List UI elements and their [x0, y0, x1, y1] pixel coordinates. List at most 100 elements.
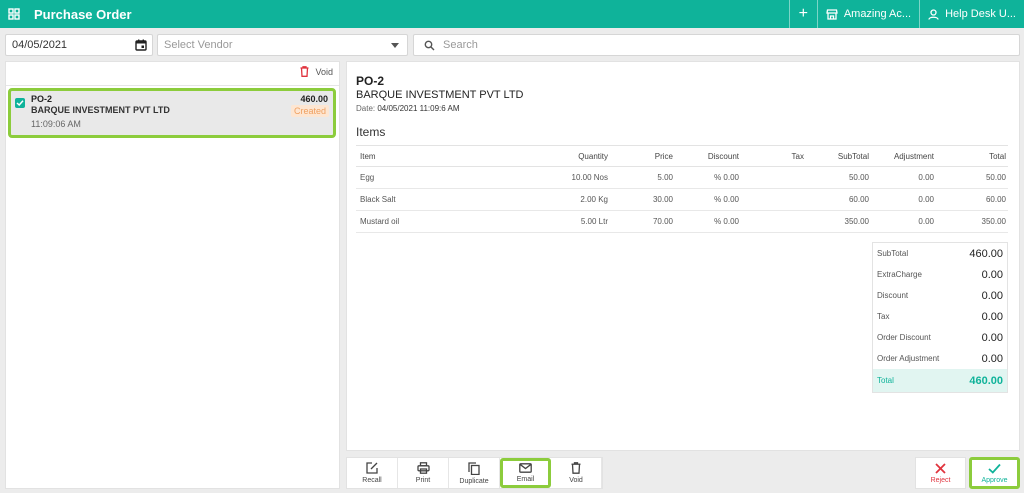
col-discount: Discount	[675, 145, 741, 167]
cell-subtotal: 350.00	[806, 210, 871, 233]
apps-grid-icon[interactable]	[0, 0, 28, 28]
recall-button[interactable]: Recall	[347, 458, 398, 488]
summary-value: 460.00	[969, 247, 1003, 260]
status-badge: Created	[290, 105, 329, 117]
duplicate-button[interactable]: Duplicate	[449, 458, 500, 488]
envelope-icon	[519, 463, 532, 473]
summary-row-total: Total 460.00	[873, 369, 1007, 392]
printer-icon	[416, 462, 430, 474]
print-label: Print	[415, 477, 431, 484]
cell-quantity: 5.00 Ltr	[476, 210, 610, 233]
cell-price: 5.00	[610, 166, 675, 189]
copy-icon	[468, 461, 480, 475]
print-button[interactable]: Print	[398, 458, 449, 488]
cell-discount: % 0.00	[675, 210, 741, 233]
recall-label: Recall	[362, 477, 382, 484]
checkmark-icon	[988, 463, 1001, 474]
divider	[6, 85, 339, 86]
date-value: 04/05/2021	[12, 39, 68, 51]
search-icon	[424, 40, 435, 50]
void-list-button[interactable]: Void	[300, 66, 333, 77]
reject-label: Reject	[930, 476, 951, 484]
detail-date-value: 04/05/2021 11:09:6 AM	[377, 104, 460, 113]
search-input[interactable]: Search	[413, 34, 1020, 56]
order-checkbox[interactable]	[15, 98, 25, 108]
table-row: Black Salt 2.00 Kg 30.00 % 0.00 60.00 0.…	[356, 188, 1008, 211]
detail-vendor: BARQUE INVESTMENT PVT LTD	[356, 89, 524, 101]
col-total: Total	[936, 145, 1008, 167]
top-bar: Purchase Order + Amazing Ac... Help Desk…	[0, 0, 1024, 28]
cell-tax	[741, 166, 806, 189]
void-list-label: Void	[315, 66, 333, 77]
col-price: Price	[610, 145, 675, 167]
calendar-icon[interactable]	[135, 39, 147, 51]
cell-price: 70.00	[610, 210, 675, 233]
add-button[interactable]: +	[788, 0, 817, 28]
cell-item: Black Salt	[356, 188, 476, 211]
user-label: Help Desk U...	[945, 8, 1016, 20]
store-selector[interactable]: Amazing Ac...	[816, 0, 919, 28]
cell-item: Mustard oil	[356, 210, 476, 233]
email-label: Email	[516, 476, 535, 483]
order-list-item[interactable]: PO-2 BARQUE INVESTMENT PVT LTD 11:09:06 …	[8, 88, 336, 138]
summary-label: Order Discount	[877, 333, 931, 342]
trash-icon	[571, 462, 581, 474]
page-title: Purchase Order	[34, 6, 132, 22]
duplicate-label: Duplicate	[459, 477, 489, 485]
summary-label: Tax	[877, 312, 890, 321]
col-quantity: Quantity	[476, 145, 610, 167]
cell-total: 50.00	[936, 166, 1008, 189]
email-button[interactable]: Email	[500, 458, 551, 488]
summary-row-extracharge: ExtraCharge 0.00	[873, 264, 1007, 285]
summary-row-order-discount: Order Discount 0.00	[873, 327, 1007, 348]
void-label: Void	[569, 477, 583, 484]
detail-po-number: PO-2	[356, 74, 385, 88]
action-bar: Recall Print Duplicate Email Void	[346, 457, 603, 489]
trash-icon	[300, 66, 309, 77]
user-icon	[928, 8, 939, 20]
order-detail-panel: PO-2 BARQUE INVESTMENT PVT LTD Date: 04/…	[346, 61, 1020, 451]
cell-adjustment: 0.00	[871, 210, 936, 233]
void-button[interactable]: Void	[551, 458, 602, 488]
summary-row-subtotal: SubTotal 460.00	[873, 243, 1007, 264]
col-subtotal: SubTotal	[806, 145, 871, 167]
user-menu[interactable]: Help Desk U...	[919, 0, 1024, 28]
chevron-down-icon	[391, 43, 399, 48]
cell-subtotal: 60.00	[806, 188, 871, 211]
summary-label: ExtraCharge	[877, 270, 922, 279]
order-time: 11:09:06 AM	[31, 119, 81, 129]
summary-row-discount: Discount 0.00	[873, 285, 1007, 306]
items-heading: Items	[356, 125, 386, 139]
detail-date: Date: 04/05/2021 11:09:6 AM	[356, 104, 460, 113]
col-tax: Tax	[741, 145, 806, 167]
summary-value: 0.00	[981, 331, 1003, 344]
table-row: Egg 10.00 Nos 5.00 % 0.00 50.00 0.00 50.…	[356, 166, 1008, 189]
cell-total: 60.00	[936, 188, 1008, 211]
order-po-number: PO-2	[31, 94, 53, 104]
check-icon	[16, 100, 24, 107]
approve-button[interactable]: Approve	[969, 457, 1020, 489]
order-list-panel: Void PO-2 BARQUE INVESTMENT PVT LTD 11:0…	[5, 61, 340, 489]
cell-tax	[741, 210, 806, 233]
items-table: Item Quantity Price Discount Tax SubTota…	[356, 145, 1008, 233]
summary-label: SubTotal	[877, 249, 909, 258]
table-header-row: Item Quantity Price Discount Tax SubTota…	[356, 145, 1008, 167]
order-amount: 460.00	[300, 94, 328, 104]
reject-button[interactable]: Reject	[915, 457, 966, 489]
summary-value: 0.00	[981, 268, 1003, 281]
date-field[interactable]: 04/05/2021	[5, 34, 153, 56]
cell-discount: % 0.00	[675, 188, 741, 211]
search-placeholder: Search	[443, 39, 478, 51]
approve-label: Approve	[981, 476, 1008, 484]
vendor-select[interactable]: Select Vendor	[157, 34, 408, 56]
cell-total: 350.00	[936, 210, 1008, 233]
store-icon	[826, 8, 838, 20]
cell-price: 30.00	[610, 188, 675, 211]
cell-adjustment: 0.00	[871, 166, 936, 189]
detail-date-label: Date:	[356, 104, 376, 113]
cell-quantity: 10.00 Nos	[476, 166, 610, 189]
summary-label: Discount	[877, 291, 909, 300]
edit-icon	[366, 462, 378, 474]
summary-label: Total	[877, 376, 894, 385]
order-vendor: BARQUE INVESTMENT PVT LTD	[31, 105, 170, 115]
